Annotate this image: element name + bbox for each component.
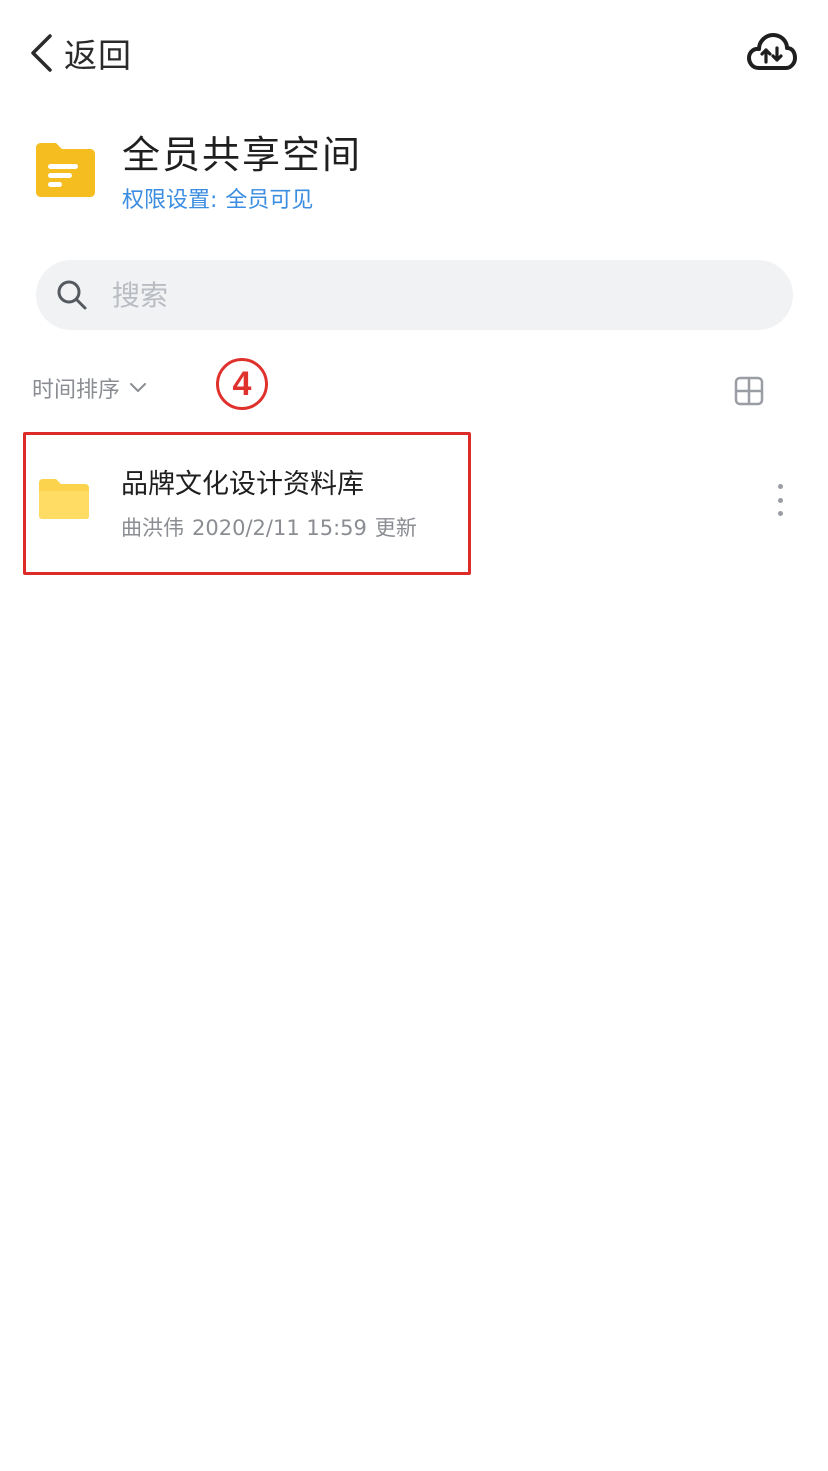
back-label: 返回: [64, 36, 132, 75]
permission-label: 权限设置:: [122, 188, 218, 213]
top-bar: 返回: [0, 0, 828, 106]
permission-settings-link[interactable]: 权限设置: 全员可见: [122, 182, 313, 214]
shared-space-folder-icon: [36, 143, 95, 197]
back-button[interactable]: 返回: [28, 28, 132, 78]
permission-value: 全员可见: [225, 188, 314, 213]
file-updated-suffix: 更新: [374, 516, 417, 540]
chevron-down-icon: [130, 383, 147, 392]
list-toolbar: 时间排序 4: [0, 350, 828, 430]
grid-view-icon[interactable]: [734, 376, 764, 406]
file-owner: 曲洪伟: [121, 516, 184, 540]
file-name: 品牌文化设计资料库: [121, 469, 364, 500]
file-meta: 曲洪伟 2020/2/11 15:59 更新: [121, 512, 417, 542]
list-item[interactable]: 品牌文化设计资料库 曲洪伟 2020/2/11 15:59 更新: [0, 436, 828, 572]
more-dot: [777, 511, 783, 516]
more-dot: [777, 484, 783, 489]
search-bar[interactable]: [36, 260, 793, 330]
folder-icon: [39, 479, 89, 519]
space-header: 全员共享空间 权限设置: 全员可见: [30, 124, 790, 224]
cloud-transfer-icon: [747, 33, 797, 70]
chevron-left-icon: [31, 34, 52, 72]
sort-dropdown[interactable]: 时间排序: [32, 372, 147, 404]
sort-label: 时间排序: [32, 378, 121, 403]
cloud-transfer-button[interactable]: [746, 30, 798, 76]
space-title: 全员共享空间: [122, 133, 363, 177]
search-input[interactable]: [112, 278, 712, 312]
file-updated-time: 2020/2/11 15:59: [192, 516, 367, 540]
step-number-marker: 4: [216, 358, 268, 410]
search-icon: [57, 280, 87, 310]
more-options-button[interactable]: [768, 480, 792, 520]
more-dot: [777, 497, 783, 503]
